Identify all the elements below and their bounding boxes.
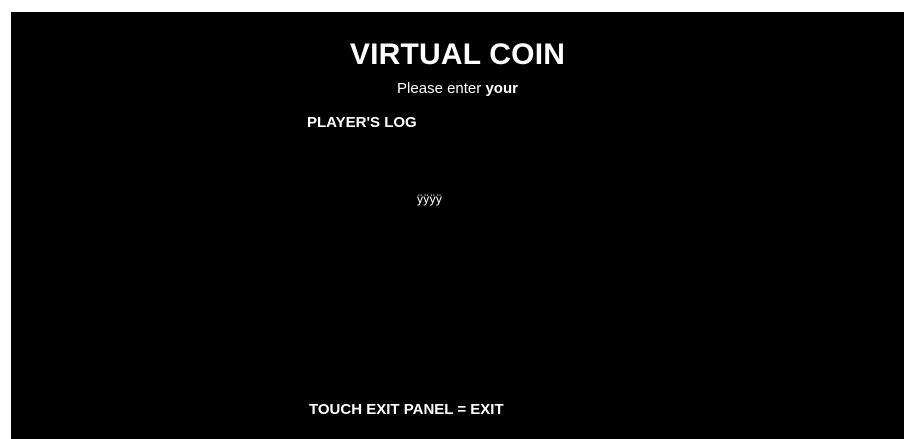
entry-prompt: Please enter your: [11, 80, 904, 98]
exit-instruction: TOUCH EXIT PANEL = EXIT: [309, 401, 504, 418]
prompt-emphasis: your: [485, 80, 518, 97]
players-log-entry[interactable]: ÿÿÿÿ: [417, 192, 442, 206]
virtual-coin-screen[interactable]: VIRTUAL COIN Please enter your PLAYER'S …: [11, 12, 904, 439]
prompt-text: Please enter: [397, 80, 486, 97]
players-log-label: PLAYER'S LOG: [307, 114, 417, 131]
screen-title: VIRTUAL COIN: [349, 38, 566, 71]
